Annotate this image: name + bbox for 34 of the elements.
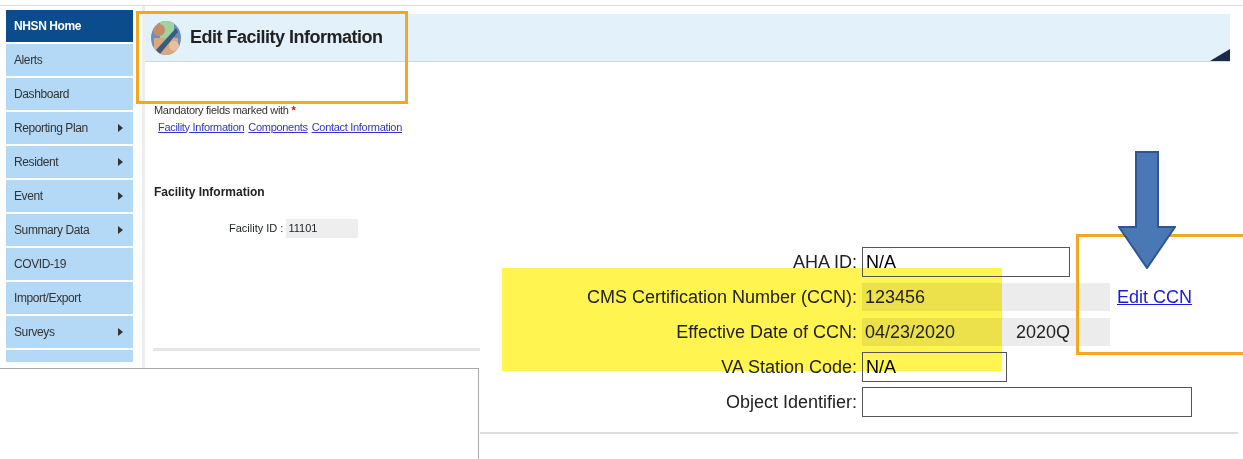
sidebar-item[interactable]: Summary Data — [6, 214, 133, 246]
sidebar-item[interactable]: Surveys — [6, 316, 133, 348]
sidebar-item[interactable]: Reporting Plan — [6, 112, 133, 144]
readonly-value: 123456 — [862, 283, 1110, 311]
sidebar-item[interactable]: Resident — [6, 146, 133, 178]
field-label: Effective Date of CCN: — [675, 321, 857, 344]
mandatory-note: Mandatory fields marked with * — [154, 103, 297, 118]
field-label: Facility ID : — [229, 221, 284, 236]
field-label: CMS Certification Number (CCN): — [585, 286, 857, 309]
text-field[interactable] — [862, 387, 1192, 417]
sidebar-item[interactable]: Dashboard — [6, 78, 133, 110]
sidebar-item[interactable]: COVID-19 — [6, 248, 133, 280]
facility-id-value: 11101 — [286, 219, 359, 238]
page-title: Edit Facility Information — [190, 26, 383, 49]
readonly-value: 04/23/2020 — [862, 318, 1000, 346]
edit-ccn-link[interactable]: Edit CCN — [1117, 283, 1192, 311]
quarter-value: 2020Q — [1000, 318, 1110, 346]
section-link[interactable]: Components — [248, 118, 308, 135]
text-field[interactable]: N/A — [862, 247, 1070, 277]
caret-icon — [118, 192, 123, 200]
sidebar-item[interactable]: Alerts — [6, 44, 133, 76]
caret-icon — [118, 124, 123, 132]
corner-icon — [1210, 49, 1230, 61]
caret-icon — [118, 226, 123, 234]
field-label: AHA ID: — [791, 251, 857, 274]
sidebar-item[interactable]: Import/Export — [6, 282, 133, 314]
caret-icon — [118, 328, 123, 336]
section-link[interactable]: Facility Information — [158, 118, 245, 135]
field-label: Object Identifier: — [724, 391, 857, 414]
section-title: Facility Information — [154, 184, 266, 201]
section-link[interactable]: Contact Information — [311, 118, 402, 135]
sidebar-item[interactable]: Event — [6, 180, 133, 212]
caret-icon — [118, 158, 123, 166]
sidebar-item[interactable]: NHSN Home — [6, 10, 133, 42]
